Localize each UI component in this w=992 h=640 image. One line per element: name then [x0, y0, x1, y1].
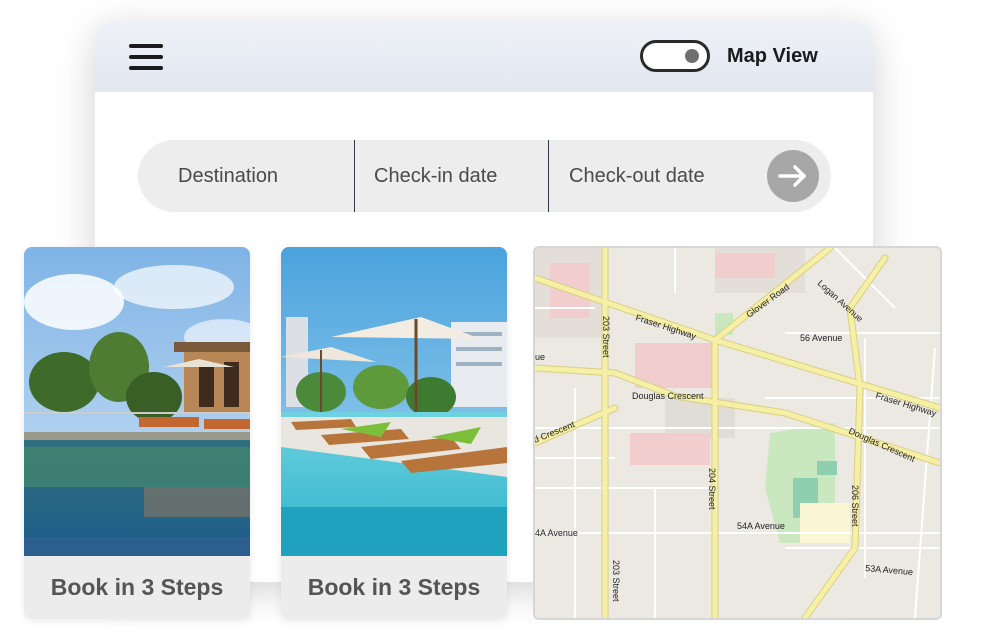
road-label: 56 Avenue — [800, 333, 842, 343]
road-label: 203 Street — [611, 560, 621, 602]
map-panel[interactable]: Fraser Highway Fraser Highway Glover Roa… — [533, 246, 942, 620]
street-map[interactable]: Fraser Highway Fraser Highway Glover Roa… — [535, 248, 940, 618]
map-view-toggle[interactable] — [640, 40, 710, 72]
destination-field[interactable]: Destination — [178, 140, 278, 212]
road-label: 4A Avenue — [535, 528, 578, 538]
card-label: Book in 3 Steps — [50, 574, 224, 600]
pool-umbrellas-photo — [281, 247, 507, 556]
booking-card[interactable]: Book in 3 Steps — [24, 247, 250, 619]
search-divider — [548, 140, 549, 212]
road-label: 204 Street — [707, 468, 717, 510]
search-bar: Destination Check-in date Check-out date — [138, 140, 831, 212]
road-label: 54A Avenue — [737, 521, 785, 531]
card-label: Book in 3 Steps — [307, 574, 481, 600]
road-label: 206 Street — [850, 485, 860, 527]
resort-pool-photo — [24, 247, 250, 556]
road-label: ue — [535, 352, 545, 362]
arrow-right-icon — [778, 165, 806, 187]
booking-card[interactable]: Book in 3 Steps — [281, 247, 507, 619]
map-view-label: Map View — [727, 45, 818, 67]
hamburger-menu-icon[interactable] — [129, 44, 163, 70]
search-submit-button[interactable] — [767, 150, 819, 202]
toggle-knob — [685, 49, 699, 63]
road-label: 203 Street — [601, 316, 611, 358]
top-bar: Map View — [95, 22, 873, 92]
checkout-date-field[interactable]: Check-out date — [569, 140, 705, 212]
checkin-date-field[interactable]: Check-in date — [374, 140, 497, 212]
search-divider — [354, 140, 355, 212]
road-label: Douglas Crescent — [632, 391, 704, 401]
